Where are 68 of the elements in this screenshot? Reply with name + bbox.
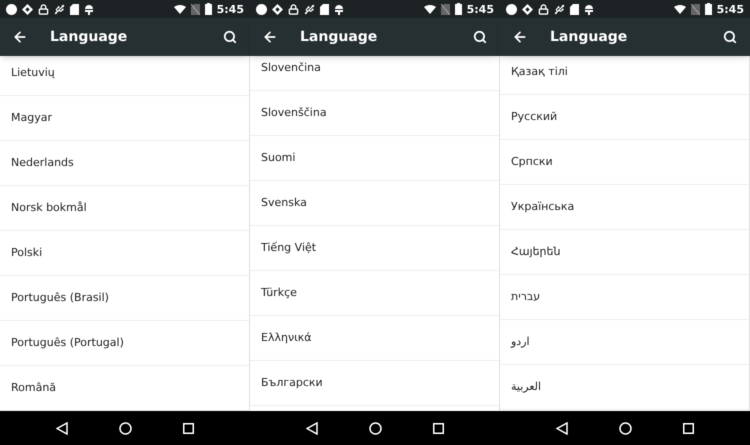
back-icon[interactable] <box>556 422 568 434</box>
no-sim-icon <box>190 4 200 14</box>
status-time: 5:45 <box>216 4 244 14</box>
home-icon[interactable] <box>368 422 382 434</box>
recents-icon[interactable] <box>433 422 444 434</box>
wifi-icon <box>674 4 686 14</box>
language-item[interactable]: Slovenščina <box>250 91 499 136</box>
lock-icon <box>38 4 49 14</box>
sd-card-icon <box>570 4 579 14</box>
language-item[interactable]: Українська <box>500 185 749 230</box>
home-icon[interactable] <box>618 422 632 434</box>
no-sim-icon <box>440 4 450 14</box>
toolbar-title: Language <box>300 28 378 46</box>
language-item[interactable]: Հայերեն <box>500 230 749 275</box>
language-item[interactable]: Polski <box>0 231 249 276</box>
toolbar-title: Language <box>550 28 628 46</box>
language-item[interactable]: Português (Brasil) <box>0 276 249 321</box>
language-item[interactable]: Tiếng Việt <box>250 226 499 271</box>
sd-card-icon <box>70 4 79 14</box>
sync-icon <box>272 4 283 14</box>
language-item[interactable]: Português (Portugal) <box>0 321 249 366</box>
back-icon[interactable] <box>56 422 68 434</box>
sync-icon <box>22 4 33 14</box>
home-icon[interactable] <box>118 422 132 434</box>
language-item[interactable]: Қазақ тілі <box>500 56 749 95</box>
dot-icon <box>256 4 267 14</box>
search-button[interactable] <box>222 29 238 45</box>
recents-icon[interactable] <box>183 422 194 434</box>
sync-icon <box>522 4 533 14</box>
language-item[interactable]: Nederlands <box>0 141 249 186</box>
sd-card-icon <box>320 4 329 14</box>
language-item[interactable]: Ελληνικά <box>250 316 499 361</box>
language-item[interactable]: اردو <box>500 320 749 365</box>
wifi-icon <box>174 4 186 14</box>
back-button[interactable] <box>262 29 278 45</box>
dot-icon <box>6 4 17 14</box>
language-item[interactable]: Türkçe <box>250 271 499 316</box>
battery-icon <box>454 3 462 15</box>
battery-icon <box>204 3 212 15</box>
dot-icon <box>506 4 517 14</box>
language-item[interactable]: עברית <box>500 275 749 320</box>
status-time: 5:45 <box>466 4 494 14</box>
language-item[interactable]: Српски <box>500 140 749 185</box>
language-item[interactable]: Suomi <box>250 136 499 181</box>
language-item[interactable]: Български <box>250 361 499 406</box>
usb-icon <box>54 4 65 14</box>
lock-icon <box>538 4 549 14</box>
language-item[interactable]: العربية <box>500 365 749 410</box>
status-time: 5:45 <box>716 4 744 14</box>
wifi-icon <box>424 4 436 14</box>
lock-icon <box>288 4 299 14</box>
toolbar-title: Language <box>50 28 128 46</box>
language-item[interactable]: Magyar <box>0 96 249 141</box>
back-button[interactable] <box>512 29 528 45</box>
language-item[interactable]: Norsk bokmål <box>0 186 249 231</box>
language-item[interactable]: Slovenčina <box>250 56 499 91</box>
search-button[interactable] <box>722 29 738 45</box>
back-icon[interactable] <box>306 422 318 434</box>
language-item[interactable]: Русский <box>500 95 749 140</box>
search-button[interactable] <box>472 29 488 45</box>
back-button[interactable] <box>12 29 28 45</box>
usb-icon <box>554 4 565 14</box>
usb-icon <box>304 4 315 14</box>
no-sim-icon <box>690 4 700 14</box>
language-item[interactable]: Lietuvių <box>0 56 249 96</box>
battery-icon <box>704 3 712 15</box>
language-item[interactable]: Svenska <box>250 181 499 226</box>
recents-icon[interactable] <box>683 422 694 434</box>
